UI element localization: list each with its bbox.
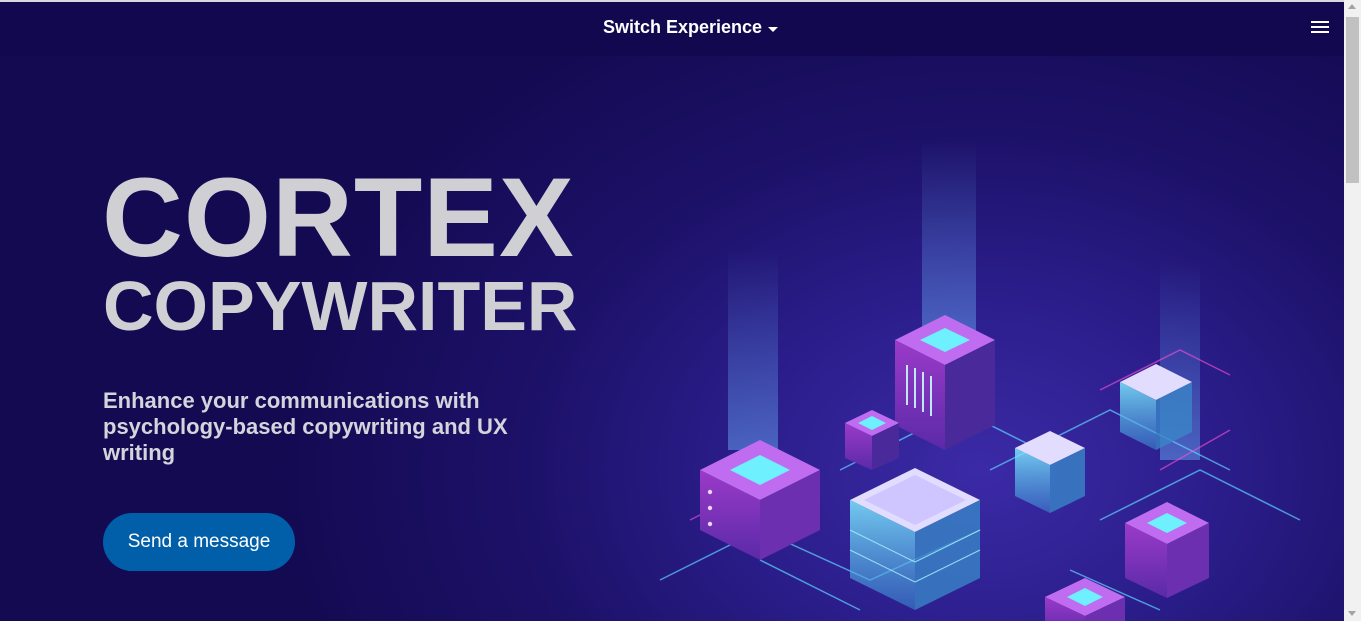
scroll-down-arrow-icon[interactable] — [1348, 611, 1356, 616]
top-navigation-bar: Switch Experience — [0, 0, 1344, 56]
switch-experience-label: Switch Experience — [603, 17, 763, 37]
hamburger-menu-icon[interactable] — [1311, 21, 1329, 35]
scrollbar-thumb[interactable] — [1346, 17, 1359, 183]
hero-subtitle: Enhance your communications with psychol… — [103, 388, 508, 465]
caret-down-icon — [768, 26, 779, 32]
page-viewport: Switch Experience CORTEX COPYWRITER Enha… — [0, 0, 1344, 621]
send-message-button[interactable]: Send a message — [103, 513, 295, 571]
vertical-scrollbar[interactable] — [1344, 0, 1361, 621]
scroll-up-arrow-icon[interactable] — [1348, 4, 1356, 9]
hero-title-copywriter: COPYWRITER — [103, 267, 578, 345]
hero-title-cortex: CORTEX — [102, 155, 575, 280]
isometric-servers-illustration — [659, 140, 1301, 621]
switch-experience-dropdown[interactable]: Switch Experience — [603, 17, 779, 38]
